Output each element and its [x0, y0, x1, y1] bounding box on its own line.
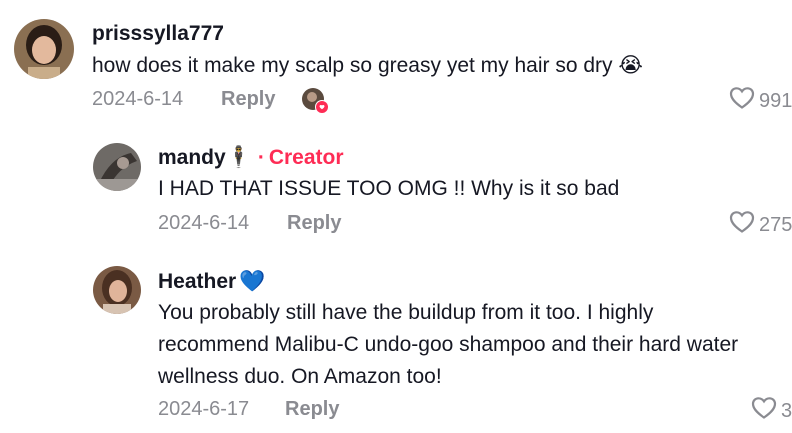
avatar[interactable]: [93, 143, 141, 191]
like-count[interactable]: 991: [729, 86, 792, 116]
comment-text: how does it make my scalp so greasy yet …: [92, 54, 643, 77]
blue-heart-icon: 💙: [239, 270, 266, 293]
separator-dot: ·: [257, 146, 265, 169]
comment-date: 2024-6-17: [158, 398, 250, 420]
comment-text: You probably still have the buildup from…: [158, 301, 739, 388]
comment-text: I HAD THAT ISSUE TOO OMG !! Why is it so…: [158, 177, 620, 200]
like-count[interactable]: 275: [729, 210, 792, 240]
heart-icon: [729, 210, 755, 240]
creator-liked-badge: [301, 87, 331, 117]
heart-icon: [751, 396, 777, 426]
like-count[interactable]: 3: [751, 396, 792, 426]
avatar[interactable]: [14, 19, 74, 79]
heart-icon: [729, 86, 755, 116]
reply-button[interactable]: Reply: [221, 88, 275, 111]
comment-username[interactable]: mandy 🕴 · Creator: [158, 146, 344, 170]
reply-button[interactable]: Reply: [285, 398, 339, 421]
crying-emoji-icon: 😭: [618, 54, 643, 77]
person-icon: 🕴: [225, 146, 252, 169]
comment-username[interactable]: prisssylla777: [92, 22, 224, 46]
avatar[interactable]: [93, 266, 141, 314]
creator-badge: Creator: [268, 146, 344, 169]
comment-username[interactable]: Heather 💙: [158, 270, 265, 294]
comment-date: 2024-6-14: [92, 88, 184, 110]
reply-button[interactable]: Reply: [287, 212, 341, 235]
comment-date: 2024-6-14: [158, 212, 250, 234]
